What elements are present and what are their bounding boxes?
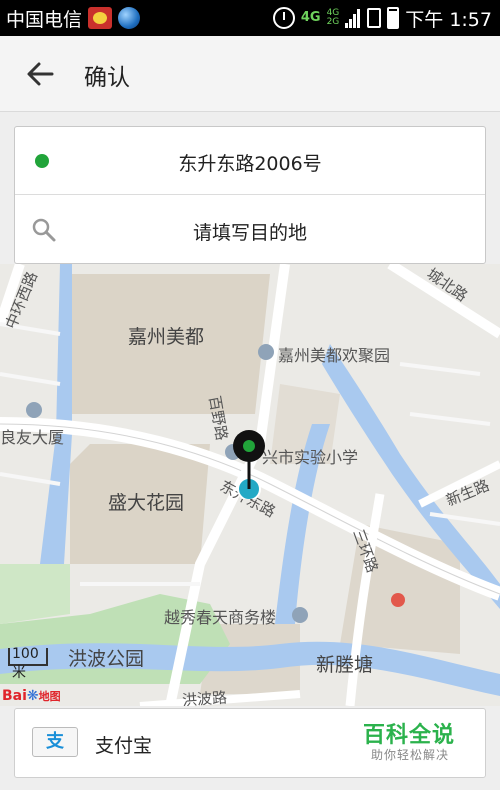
app-notification-icon bbox=[88, 7, 113, 29]
map-label-liangyou: 良友大厦 bbox=[0, 428, 65, 447]
network-sub: 4G 2G bbox=[326, 8, 340, 27]
origin-address: 东升东路2006号 bbox=[178, 153, 322, 175]
clock: 下午 1:57 bbox=[405, 8, 492, 31]
road-label-hongbo: 洪波路 bbox=[181, 688, 228, 706]
watermark-subtitle: 助你轻松解决 bbox=[370, 748, 449, 762]
carrier-name: 中国电信 bbox=[6, 8, 83, 31]
destination-field[interactable]: 请填写目的地 bbox=[15, 196, 485, 264]
alarm-icon bbox=[272, 7, 295, 29]
globe-icon bbox=[118, 7, 141, 29]
destination-placeholder: 请填写目的地 bbox=[192, 222, 307, 244]
app-bar: 确认 bbox=[0, 36, 500, 112]
map-pin-icon bbox=[233, 430, 265, 499]
origin-field[interactable]: 东升东路2006号 bbox=[15, 127, 485, 195]
map-label-shengda: 盛大花园 bbox=[108, 492, 185, 514]
map-label-yuexiu: 越秀春天商务楼 bbox=[164, 608, 277, 627]
map-label-school: 兴市实验小学 bbox=[262, 448, 359, 467]
map-scale: 100米 bbox=[8, 646, 48, 681]
payment-method-label: 支付宝 bbox=[95, 735, 153, 757]
signal-icon bbox=[345, 8, 361, 28]
arrow-left-icon[interactable] bbox=[22, 56, 58, 92]
baidu-logo: Bai❋地图 bbox=[2, 688, 61, 704]
map-label-xinshengtang: 新塍塘 bbox=[316, 654, 374, 676]
map-label-hongbo-park: 洪波公园 bbox=[68, 648, 145, 670]
map-view[interactable]: 嘉州美都 嘉州美都欢聚园 兴市实验小学 良友大厦 盛大花园 越秀春天商务楼 洪波… bbox=[0, 264, 500, 706]
poi-marker-icon bbox=[292, 607, 308, 623]
network-type: 4G bbox=[300, 10, 321, 25]
poi-marker-icon bbox=[26, 402, 42, 418]
map-label-jiazhou-meidu: 嘉州美都 bbox=[128, 326, 205, 348]
page-title: 确认 bbox=[84, 65, 130, 91]
map-label-jiazhou-huanju: 嘉州美都欢聚园 bbox=[278, 346, 391, 365]
poi-marker-icon bbox=[258, 344, 274, 360]
watermark-title: 百科全说 bbox=[362, 723, 455, 748]
battery-icon bbox=[387, 7, 400, 29]
payment-bar[interactable]: 支 支付宝 百科全说 助你轻松解决 bbox=[14, 708, 486, 778]
alipay-icon: 支 bbox=[32, 727, 78, 757]
route-card: 东升东路2006号 请填写目的地 bbox=[14, 126, 486, 264]
pickup-location-pin[interactable] bbox=[230, 429, 268, 499]
status-bar: 中国电信 4G 4G 2G 下午 1:57 bbox=[0, 0, 500, 36]
sim-icon bbox=[367, 8, 382, 28]
